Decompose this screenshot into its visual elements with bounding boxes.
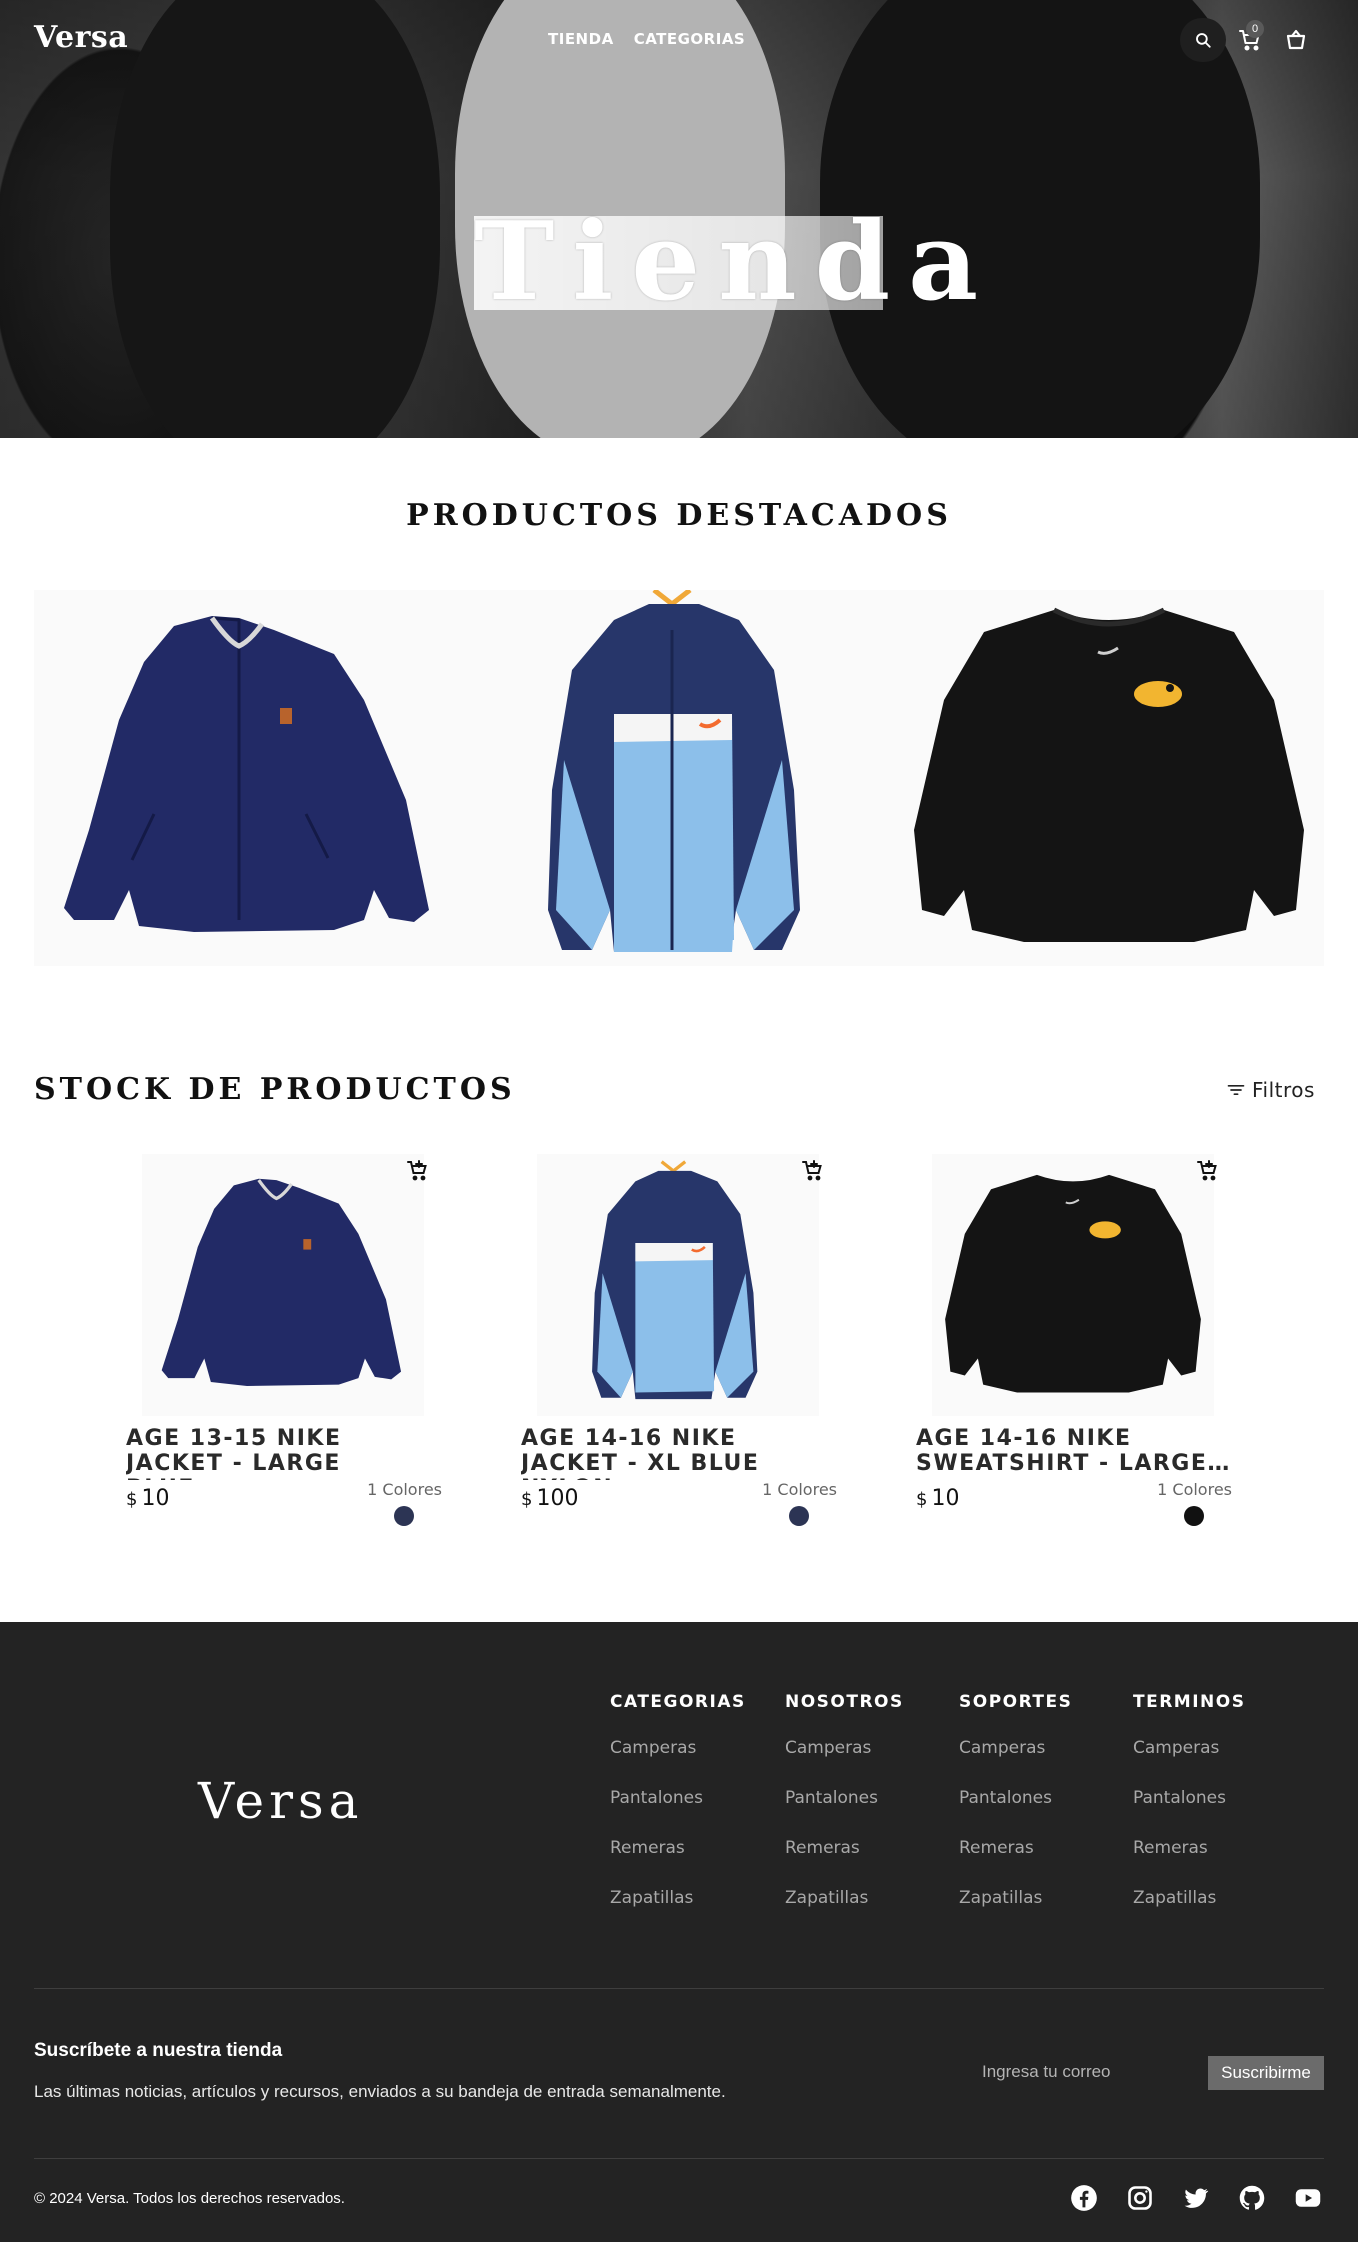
footer-column-terminos: TERMINOS Camperas Pantalones Remeras Zap… xyxy=(1133,1692,1303,1938)
filters-button[interactable]: Filtros xyxy=(1226,1078,1315,1102)
stock-section-title: STOCK DE PRODUCTOS xyxy=(34,1072,516,1107)
product-price: $ 100 xyxy=(521,1486,578,1511)
footer-link[interactable]: Zapatillas xyxy=(1133,1888,1303,1938)
footer-link[interactable]: Camperas xyxy=(785,1738,955,1788)
search-icon xyxy=(1196,33,1211,48)
featured-section-title: PRODUCTOS DESTACADOS xyxy=(406,498,952,533)
footer-link[interactable]: Pantalones xyxy=(785,1788,955,1838)
product-colors-count: 1 Colores xyxy=(367,1480,442,1499)
product-colors-count: 1 Colores xyxy=(762,1480,837,1499)
github-icon[interactable] xyxy=(1238,2184,1266,2212)
black-sweatshirt-image xyxy=(914,607,1304,942)
hero-title: Tienda xyxy=(474,199,997,325)
color-swatch[interactable] xyxy=(789,1506,809,1526)
facebook-icon[interactable] xyxy=(1070,2184,1098,2212)
color-swatch[interactable] xyxy=(1184,1506,1204,1526)
product-price: $ 10 xyxy=(126,1486,169,1511)
newsletter-title: Suscríbete a nuestra tienda xyxy=(34,2040,283,2061)
add-to-cart-icon[interactable] xyxy=(406,1158,430,1182)
product-name[interactable]: AGE 14-16 NIKE SWEATSHIRT - LARGE… xyxy=(916,1426,1232,1480)
blue-jacket-image xyxy=(548,588,800,952)
brand-logo[interactable]: Versa xyxy=(34,20,128,55)
footer-link[interactable]: Pantalones xyxy=(610,1788,780,1838)
product-name[interactable]: AGE 13-15 NIKE JACKET - LARGE BLUE… xyxy=(126,1426,442,1480)
footer-link[interactable]: Remeras xyxy=(959,1838,1129,1888)
footer-link[interactable]: Zapatillas xyxy=(785,1888,955,1938)
nav-link-tienda[interactable]: TIENDA xyxy=(548,30,614,48)
product-name[interactable]: AGE 14-16 NIKE JACKET - XL BLUE NYLON xyxy=(521,1426,837,1480)
footer-link[interactable]: Remeras xyxy=(1133,1838,1303,1888)
site-footer: Versa CATEGORIAS Camperas Pantalones Rem… xyxy=(0,1622,1358,2242)
newsletter-description: Las últimas noticias, artículos y recurs… xyxy=(34,2082,726,2101)
footer-column-title: CATEGORIAS xyxy=(610,1692,746,1712)
footer-divider xyxy=(34,2158,1324,2159)
filter-icon xyxy=(1227,1085,1245,1095)
subscribe-button[interactable]: Suscribirme xyxy=(1208,2056,1324,2090)
main-nav: TIENDA CATEGORIAS xyxy=(548,30,745,48)
footer-link[interactable]: Remeras xyxy=(610,1838,780,1888)
footer-link[interactable]: Zapatillas xyxy=(959,1888,1129,1938)
product-image[interactable] xyxy=(142,1154,424,1416)
navy-jacket-image xyxy=(161,1178,402,1386)
newsletter-email-input[interactable] xyxy=(964,2054,1200,2090)
featured-product-card[interactable] xyxy=(894,590,1324,966)
add-to-cart-icon[interactable] xyxy=(1196,1158,1220,1182)
footer-link[interactable]: Camperas xyxy=(1133,1738,1303,1788)
footer-column-title: TERMINOS xyxy=(1133,1692,1246,1712)
product-card: AGE 14-16 NIKE JACKET - XL BLUE NYLON $ … xyxy=(521,1154,837,1534)
add-to-cart-icon[interactable] xyxy=(801,1158,825,1182)
nav-link-categorias[interactable]: CATEGORIAS xyxy=(634,30,746,48)
footer-column-title: SOPORTES xyxy=(959,1692,1073,1712)
product-image[interactable] xyxy=(932,1154,1214,1416)
featured-product-card[interactable] xyxy=(34,590,464,966)
filters-label: Filtros xyxy=(1252,1078,1315,1102)
footer-link[interactable]: Camperas xyxy=(959,1738,1129,1788)
product-colors-count: 1 Colores xyxy=(1157,1480,1232,1499)
product-card: AGE 14-16 NIKE SWEATSHIRT - LARGE… $ 10 … xyxy=(916,1154,1232,1534)
footer-divider xyxy=(34,1988,1324,1989)
black-sweatshirt-image xyxy=(945,1174,1201,1393)
top-navbar: Versa TIENDA CATEGORIAS xyxy=(0,0,1358,80)
product-image[interactable] xyxy=(537,1154,819,1416)
footer-link[interactable]: Pantalones xyxy=(959,1788,1129,1838)
price-currency: $ xyxy=(916,1489,928,1510)
footer-column-categorias: CATEGORIAS Camperas Pantalones Remeras Z… xyxy=(610,1692,780,1938)
product-card: AGE 13-15 NIKE JACKET - LARGE BLUE… $ 10… xyxy=(126,1154,442,1534)
twitter-icon[interactable] xyxy=(1182,2184,1210,2212)
price-value: 10 xyxy=(141,1486,170,1511)
featured-products-grid xyxy=(34,588,1324,966)
footer-link[interactable]: Pantalones xyxy=(1133,1788,1303,1838)
footer-link[interactable]: Remeras xyxy=(785,1838,955,1888)
instagram-icon[interactable] xyxy=(1126,2184,1154,2212)
footer-link[interactable]: Zapatillas xyxy=(610,1888,780,1938)
featured-product-card[interactable] xyxy=(464,588,894,966)
blue-jacket-image xyxy=(592,1160,758,1400)
hero-banner: Versa TIENDA CATEGORIAS 0 Tienda xyxy=(0,0,1358,438)
price-value: 10 xyxy=(931,1486,960,1511)
cart-count-badge: 0 xyxy=(1246,20,1264,38)
bag-icon[interactable] xyxy=(1284,28,1308,52)
youtube-icon[interactable] xyxy=(1294,2184,1322,2212)
navy-jacket-image xyxy=(64,616,429,932)
footer-link[interactable]: Camperas xyxy=(610,1738,780,1788)
copyright-text: © 2024 Versa. Todos los derechos reserva… xyxy=(34,2190,345,2207)
product-price: $ 10 xyxy=(916,1486,959,1511)
price-currency: $ xyxy=(521,1489,533,1510)
search-button[interactable] xyxy=(1180,18,1226,62)
footer-column-title: NOSOTROS xyxy=(785,1692,904,1712)
price-currency: $ xyxy=(126,1489,138,1510)
footer-logo[interactable]: Versa xyxy=(198,1772,363,1830)
color-swatch[interactable] xyxy=(394,1506,414,1526)
price-value: 100 xyxy=(536,1486,579,1511)
footer-column-nosotros: NOSOTROS Camperas Pantalones Remeras Zap… xyxy=(785,1692,955,1938)
footer-column-soportes: SOPORTES Camperas Pantalones Remeras Zap… xyxy=(959,1692,1129,1938)
